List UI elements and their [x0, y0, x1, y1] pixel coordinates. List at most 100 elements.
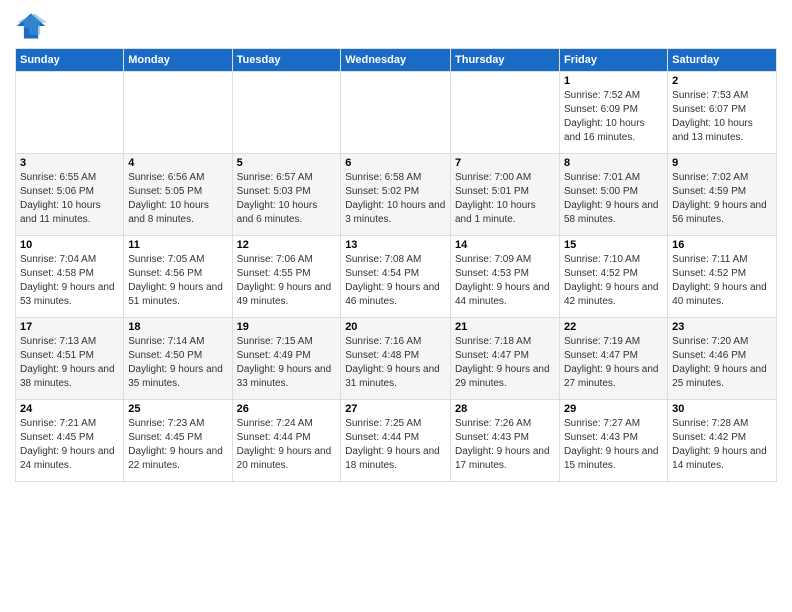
calendar-cell	[451, 72, 560, 154]
calendar-table: SundayMondayTuesdayWednesdayThursdayFrid…	[15, 48, 777, 482]
calendar-day-header: Saturday	[668, 49, 777, 72]
calendar-cell: 18 Sunrise: 7:14 AM Sunset: 4:50 PM Dayli…	[124, 318, 232, 400]
day-info: Sunrise: 7:09 AM Sunset: 4:53 PM Dayligh…	[455, 253, 555, 309]
day-info: Sunrise: 7:19 AM Sunset: 4:47 PM Dayligh…	[564, 335, 663, 391]
calendar-cell: 4Sunrise: 6:56 AM Sunset: 5:05 PM Daylig…	[124, 154, 232, 236]
day-number: 17	[20, 321, 119, 333]
day-info: Sunrise: 7:08 AM Sunset: 4:54 PM Dayligh…	[345, 253, 446, 309]
day-info: Sunrise: 7:16 AM Sunset: 4:48 PM Dayligh…	[345, 335, 446, 391]
calendar-cell	[232, 72, 341, 154]
calendar-cell	[16, 72, 124, 154]
day-info: Sunrise: 7:53 AM Sunset: 6:07 PM Dayligh…	[672, 89, 772, 145]
day-info: Sunrise: 7:26 AM Sunset: 4:43 PM Dayligh…	[455, 417, 555, 473]
day-number: 11	[128, 239, 227, 251]
calendar-cell: 17 Sunrise: 7:13 AM Sunset: 4:51 PM Dayli…	[16, 318, 124, 400]
calendar-cell: 20Sunrise: 7:16 AM Sunset: 4:48 PM Dayli…	[341, 318, 451, 400]
day-number: 10	[20, 239, 119, 251]
calendar-cell: 22 Sunrise: 7:19 AM Sunset: 4:47 PM Dayli…	[559, 318, 667, 400]
day-info: Sunrise: 6:57 AM Sunset: 5:03 PM Dayligh…	[237, 171, 337, 227]
calendar-cell: 26 Sunrise: 7:24 AM Sunset: 4:44 PM Dayli…	[232, 400, 341, 482]
calendar-cell: 1 Sunrise: 7:52 AM Sunset: 6:09 PM Daylig…	[559, 72, 667, 154]
day-info: Sunrise: 7:15 AM Sunset: 4:49 PM Dayligh…	[237, 335, 337, 391]
day-info: Sunrise: 7:11 AM Sunset: 4:52 PM Dayligh…	[672, 253, 772, 309]
day-info: Sunrise: 7:27 AM Sunset: 4:43 PM Dayligh…	[564, 417, 663, 473]
calendar-cell: 13Sunrise: 7:08 AM Sunset: 4:54 PM Dayli…	[341, 236, 451, 318]
day-number: 2	[672, 75, 772, 87]
day-info: Sunrise: 7:24 AM Sunset: 4:44 PM Dayligh…	[237, 417, 337, 473]
calendar-cell: 7 Sunrise: 7:00 AM Sunset: 5:01 PM Daylig…	[451, 154, 560, 236]
day-number: 5	[237, 157, 337, 169]
logo	[15, 10, 51, 42]
calendar-cell: 6 Sunrise: 6:58 AM Sunset: 5:02 PM Daylig…	[341, 154, 451, 236]
day-number: 22	[564, 321, 663, 333]
calendar-cell: 30 Sunrise: 7:28 AM Sunset: 4:42 PM Dayli…	[668, 400, 777, 482]
calendar-cell: 10 Sunrise: 7:04 AM Sunset: 4:58 PM Dayli…	[16, 236, 124, 318]
day-info: Sunrise: 7:14 AM Sunset: 4:50 PM Dayligh…	[128, 335, 227, 391]
logo-icon	[15, 10, 47, 42]
day-number: 26	[237, 403, 337, 415]
day-number: 4	[128, 157, 227, 169]
day-number: 21	[455, 321, 555, 333]
calendar-header-row: SundayMondayTuesdayWednesdayThursdayFrid…	[16, 49, 777, 72]
day-info: Sunrise: 7:00 AM Sunset: 5:01 PM Dayligh…	[455, 171, 555, 227]
calendar-cell: 24 Sunrise: 7:21 AM Sunset: 4:45 PM Dayli…	[16, 400, 124, 482]
day-number: 19	[237, 321, 337, 333]
day-number: 16	[672, 239, 772, 251]
day-info: Sunrise: 7:01 AM Sunset: 5:00 PM Dayligh…	[564, 171, 663, 227]
calendar-cell: 29 Sunrise: 7:27 AM Sunset: 4:43 PM Dayli…	[559, 400, 667, 482]
calendar-day-header: Sunday	[16, 49, 124, 72]
day-info: Sunrise: 7:04 AM Sunset: 4:58 PM Dayligh…	[20, 253, 119, 309]
calendar-cell: 3 Sunrise: 6:55 AM Sunset: 5:06 PM Daylig…	[16, 154, 124, 236]
calendar-cell: 8 Sunrise: 7:01 AM Sunset: 5:00 PM Daylig…	[559, 154, 667, 236]
day-info: Sunrise: 7:21 AM Sunset: 4:45 PM Dayligh…	[20, 417, 119, 473]
calendar-week-row: 24 Sunrise: 7:21 AM Sunset: 4:45 PM Dayli…	[16, 400, 777, 482]
calendar-day-header: Tuesday	[232, 49, 341, 72]
calendar-cell: 23 Sunrise: 7:20 AM Sunset: 4:46 PM Dayli…	[668, 318, 777, 400]
calendar-cell: 11 Sunrise: 7:05 AM Sunset: 4:56 PM Dayli…	[124, 236, 232, 318]
day-number: 8	[564, 157, 663, 169]
calendar-day-header: Friday	[559, 49, 667, 72]
day-number: 25	[128, 403, 227, 415]
day-info: Sunrise: 6:55 AM Sunset: 5:06 PM Dayligh…	[20, 171, 119, 227]
calendar-cell: 15 Sunrise: 7:10 AM Sunset: 4:52 PM Dayli…	[559, 236, 667, 318]
calendar-cell: 19 Sunrise: 7:15 AM Sunset: 4:49 PM Dayli…	[232, 318, 341, 400]
day-info: Sunrise: 6:58 AM Sunset: 5:02 PM Dayligh…	[345, 171, 446, 227]
day-number: 29	[564, 403, 663, 415]
day-number: 6	[345, 157, 446, 169]
day-number: 3	[20, 157, 119, 169]
day-info: Sunrise: 7:06 AM Sunset: 4:55 PM Dayligh…	[237, 253, 337, 309]
calendar-day-header: Monday	[124, 49, 232, 72]
calendar-cell: 27Sunrise: 7:25 AM Sunset: 4:44 PM Dayli…	[341, 400, 451, 482]
day-info: Sunrise: 7:52 AM Sunset: 6:09 PM Dayligh…	[564, 89, 663, 145]
day-number: 12	[237, 239, 337, 251]
day-number: 7	[455, 157, 555, 169]
day-info: Sunrise: 7:23 AM Sunset: 4:45 PM Dayligh…	[128, 417, 227, 473]
day-number: 24	[20, 403, 119, 415]
day-number: 14	[455, 239, 555, 251]
calendar-cell: 2 Sunrise: 7:53 AM Sunset: 6:07 PM Daylig…	[668, 72, 777, 154]
day-info: Sunrise: 7:05 AM Sunset: 4:56 PM Dayligh…	[128, 253, 227, 309]
day-number: 9	[672, 157, 772, 169]
day-number: 30	[672, 403, 772, 415]
header	[15, 10, 777, 42]
day-number: 1	[564, 75, 663, 87]
day-number: 18	[128, 321, 227, 333]
calendar-cell: 16 Sunrise: 7:11 AM Sunset: 4:52 PM Dayli…	[668, 236, 777, 318]
calendar-cell: 12 Sunrise: 7:06 AM Sunset: 4:55 PM Dayli…	[232, 236, 341, 318]
calendar-cell	[124, 72, 232, 154]
calendar-cell: 5 Sunrise: 6:57 AM Sunset: 5:03 PM Daylig…	[232, 154, 341, 236]
calendar-cell: 9Sunrise: 7:02 AM Sunset: 4:59 PM Daylig…	[668, 154, 777, 236]
calendar-week-row: 3 Sunrise: 6:55 AM Sunset: 5:06 PM Daylig…	[16, 154, 777, 236]
calendar-cell: 25 Sunrise: 7:23 AM Sunset: 4:45 PM Dayli…	[124, 400, 232, 482]
day-info: Sunrise: 7:10 AM Sunset: 4:52 PM Dayligh…	[564, 253, 663, 309]
day-number: 15	[564, 239, 663, 251]
day-info: Sunrise: 7:13 AM Sunset: 4:51 PM Dayligh…	[20, 335, 119, 391]
calendar-cell: 14 Sunrise: 7:09 AM Sunset: 4:53 PM Dayli…	[451, 236, 560, 318]
day-info: Sunrise: 7:18 AM Sunset: 4:47 PM Dayligh…	[455, 335, 555, 391]
day-info: Sunrise: 7:28 AM Sunset: 4:42 PM Dayligh…	[672, 417, 772, 473]
calendar-week-row: 17 Sunrise: 7:13 AM Sunset: 4:51 PM Dayli…	[16, 318, 777, 400]
day-number: 23	[672, 321, 772, 333]
day-info: Sunrise: 7:20 AM Sunset: 4:46 PM Dayligh…	[672, 335, 772, 391]
calendar-cell: 28Sunrise: 7:26 AM Sunset: 4:43 PM Dayli…	[451, 400, 560, 482]
calendar-day-header: Thursday	[451, 49, 560, 72]
